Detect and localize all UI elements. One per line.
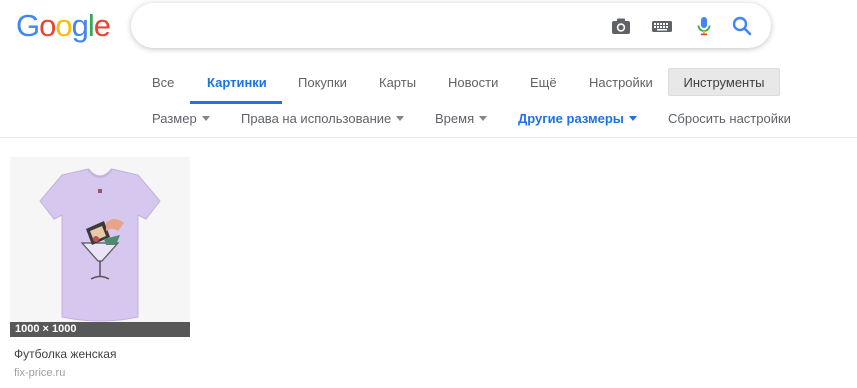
tab-settings[interactable]: Настройки <box>589 66 653 104</box>
result-title[interactable]: Футболка женская <box>10 347 190 361</box>
filter-label: Другие размеры <box>518 111 624 126</box>
result-thumbnail[interactable]: 1000 × 1000 <box>10 157 190 337</box>
caret-down-icon <box>479 116 488 122</box>
caret-down-icon <box>201 116 210 122</box>
tshirt-image <box>39 168 161 322</box>
filter-time[interactable]: Время <box>435 108 488 130</box>
tab-maps[interactable]: Карты <box>379 66 416 104</box>
active-tab-indicator <box>190 101 282 104</box>
keyboard-icon[interactable] <box>651 15 673 37</box>
filter-usage-rights[interactable]: Права на использование <box>241 108 405 130</box>
filter-label: Размер <box>152 111 197 126</box>
filter-size[interactable]: Размер <box>152 108 210 130</box>
tools-button[interactable]: Инструменты <box>668 68 780 96</box>
filter-label: Время <box>435 111 475 126</box>
filter-other-sizes[interactable]: Другие размеры <box>518 108 637 130</box>
image-result[interactable]: 1000 × 1000 Футболка женская fix-price.r… <box>10 157 190 379</box>
logo-letter: o <box>39 8 56 43</box>
microphone-icon[interactable] <box>693 15 715 37</box>
tab-shopping[interactable]: Покупки <box>298 66 347 104</box>
search-box <box>131 3 771 48</box>
filter-bar: Размер Права на использование Время Друг… <box>0 108 857 130</box>
logo-letter: e <box>93 8 111 43</box>
caret-down-icon <box>396 116 405 122</box>
tab-all[interactable]: Все <box>152 66 174 104</box>
caret-down-icon <box>628 116 637 122</box>
image-dimensions: 1000 × 1000 <box>10 322 190 337</box>
search-icon[interactable] <box>731 15 753 37</box>
result-source: fix-price.ru <box>14 367 66 379</box>
tab-news[interactable]: Новости <box>448 66 498 104</box>
filter-label: Права на использование <box>241 111 392 126</box>
logo-letter: g <box>71 8 89 43</box>
tab-more[interactable]: Ещё <box>530 66 557 104</box>
header-divider <box>0 137 857 138</box>
camera-icon[interactable] <box>610 15 632 37</box>
search-input[interactable] <box>149 11 593 41</box>
logo-letter: G <box>16 8 40 43</box>
tab-images[interactable]: Картинки <box>207 66 267 104</box>
google-logo[interactable]: Google <box>16 8 111 44</box>
reset-filters-link[interactable]: Сбросить настройки <box>668 108 791 130</box>
logo-letter: o <box>55 8 72 43</box>
